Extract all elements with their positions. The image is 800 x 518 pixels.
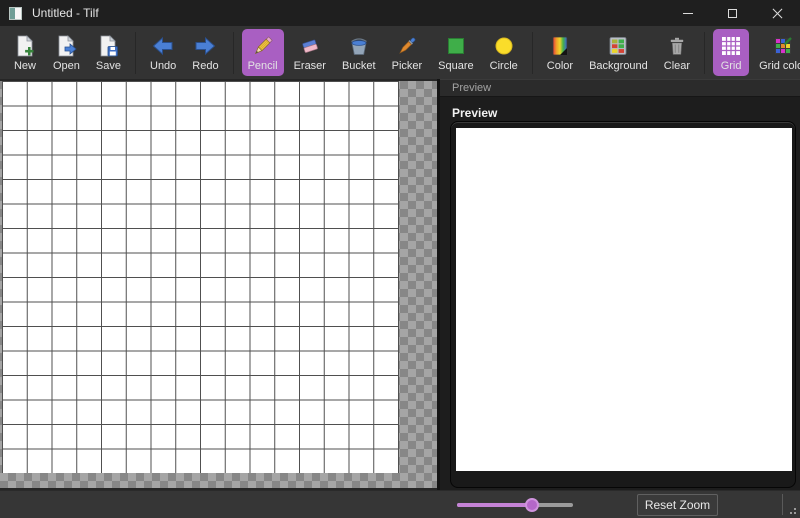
redo-arrow-icon bbox=[193, 34, 217, 58]
zoom-slider-fill bbox=[457, 503, 532, 507]
window-title: Untitled - Tilf bbox=[32, 6, 99, 20]
toolbar-button-grid-color[interactable]: Grid color bbox=[753, 29, 800, 76]
undo-arrow-icon bbox=[151, 34, 175, 58]
save-file-icon bbox=[96, 34, 120, 58]
toolbar: New Open Save Undo bbox=[0, 26, 800, 79]
toolbar-button-label: Bucket bbox=[342, 60, 376, 72]
toolbar-button-label: Background bbox=[589, 60, 648, 72]
toolbar-button-label: Redo bbox=[192, 60, 218, 72]
open-file-icon bbox=[54, 34, 78, 58]
square-icon bbox=[444, 34, 468, 58]
preview-image bbox=[456, 128, 792, 471]
pixel-canvas[interactable] bbox=[2, 81, 399, 473]
statusbar: Reset Zoom bbox=[0, 490, 800, 518]
canvas-area bbox=[0, 79, 437, 490]
toolbar-button-label: Grid bbox=[721, 60, 742, 72]
app-icon bbox=[9, 7, 22, 20]
preview-heading: Preview bbox=[452, 106, 788, 120]
minimize-button[interactable] bbox=[665, 0, 710, 26]
toolbar-separator bbox=[135, 32, 136, 74]
preview-box bbox=[450, 121, 796, 488]
toolbar-button-label: Circle bbox=[490, 60, 518, 72]
color-picker-icon bbox=[395, 34, 419, 58]
app-window: Untitled - Tilf New Open bbox=[0, 0, 800, 518]
toolbar-separator bbox=[704, 32, 705, 74]
window-controls bbox=[665, 0, 800, 26]
bucket-icon bbox=[347, 34, 371, 58]
toolbar-button-label: Clear bbox=[664, 60, 690, 72]
main-area: Preview Preview bbox=[0, 79, 800, 490]
toolbar-button-new[interactable]: New bbox=[7, 29, 43, 76]
toolbar-button-label: Picker bbox=[392, 60, 423, 72]
toolbar-button-redo[interactable]: Redo bbox=[186, 29, 224, 76]
toolbar-button-label: Eraser bbox=[294, 60, 326, 72]
preview-panel: Preview Preview bbox=[437, 79, 800, 490]
close-button[interactable] bbox=[755, 0, 800, 26]
zoom-slider[interactable] bbox=[457, 491, 573, 518]
grid-color-icon bbox=[771, 34, 795, 58]
color-palette-icon bbox=[548, 34, 572, 58]
toolbar-button-label: Save bbox=[96, 60, 121, 72]
toolbar-button-clear[interactable]: Clear bbox=[658, 29, 696, 76]
toolbar-button-color[interactable]: Color bbox=[541, 29, 579, 76]
maximize-icon bbox=[728, 9, 737, 18]
minimize-icon bbox=[683, 13, 693, 14]
toolbar-button-label: New bbox=[14, 60, 36, 72]
toolbar-button-save[interactable]: Save bbox=[90, 29, 127, 76]
grid-icon bbox=[719, 34, 743, 58]
circle-icon bbox=[492, 34, 516, 58]
toolbar-button-label: Pencil bbox=[248, 60, 278, 72]
toolbar-button-undo[interactable]: Undo bbox=[144, 29, 182, 76]
maximize-button[interactable] bbox=[710, 0, 755, 26]
toolbar-button-label: Grid color bbox=[759, 60, 800, 72]
toolbar-button-circle[interactable]: Circle bbox=[484, 29, 524, 76]
toolbar-button-square[interactable]: Square bbox=[432, 29, 479, 76]
preview-tabstrip: Preview bbox=[440, 79, 800, 97]
reset-zoom-button[interactable]: Reset Zoom bbox=[637, 494, 718, 516]
toolbar-button-pencil[interactable]: Pencil bbox=[242, 29, 284, 76]
toolbar-button-label: Undo bbox=[150, 60, 176, 72]
eraser-icon bbox=[298, 34, 322, 58]
trash-icon bbox=[665, 34, 689, 58]
titlebar: Untitled - Tilf bbox=[0, 0, 800, 26]
toolbar-button-eraser[interactable]: Eraser bbox=[288, 29, 332, 76]
toolbar-button-bucket[interactable]: Bucket bbox=[336, 29, 382, 76]
background-icon bbox=[606, 34, 630, 58]
toolbar-button-grid[interactable]: Grid bbox=[713, 29, 749, 76]
zoom-slider-thumb[interactable] bbox=[525, 498, 539, 512]
toolbar-button-background[interactable]: Background bbox=[583, 29, 654, 76]
toolbar-separator bbox=[233, 32, 234, 74]
toolbar-button-open[interactable]: Open bbox=[47, 29, 86, 76]
pencil-icon bbox=[251, 34, 275, 58]
toolbar-separator bbox=[532, 32, 533, 74]
statusbar-separator bbox=[782, 494, 783, 515]
resize-grip-icon[interactable] bbox=[787, 505, 796, 514]
tab-preview[interactable]: Preview bbox=[452, 82, 491, 94]
new-file-icon bbox=[13, 34, 37, 58]
close-icon bbox=[772, 8, 783, 19]
toolbar-button-label: Color bbox=[547, 60, 573, 72]
toolbar-button-label: Square bbox=[438, 60, 473, 72]
toolbar-button-label: Open bbox=[53, 60, 80, 72]
toolbar-button-picker[interactable]: Picker bbox=[386, 29, 429, 76]
